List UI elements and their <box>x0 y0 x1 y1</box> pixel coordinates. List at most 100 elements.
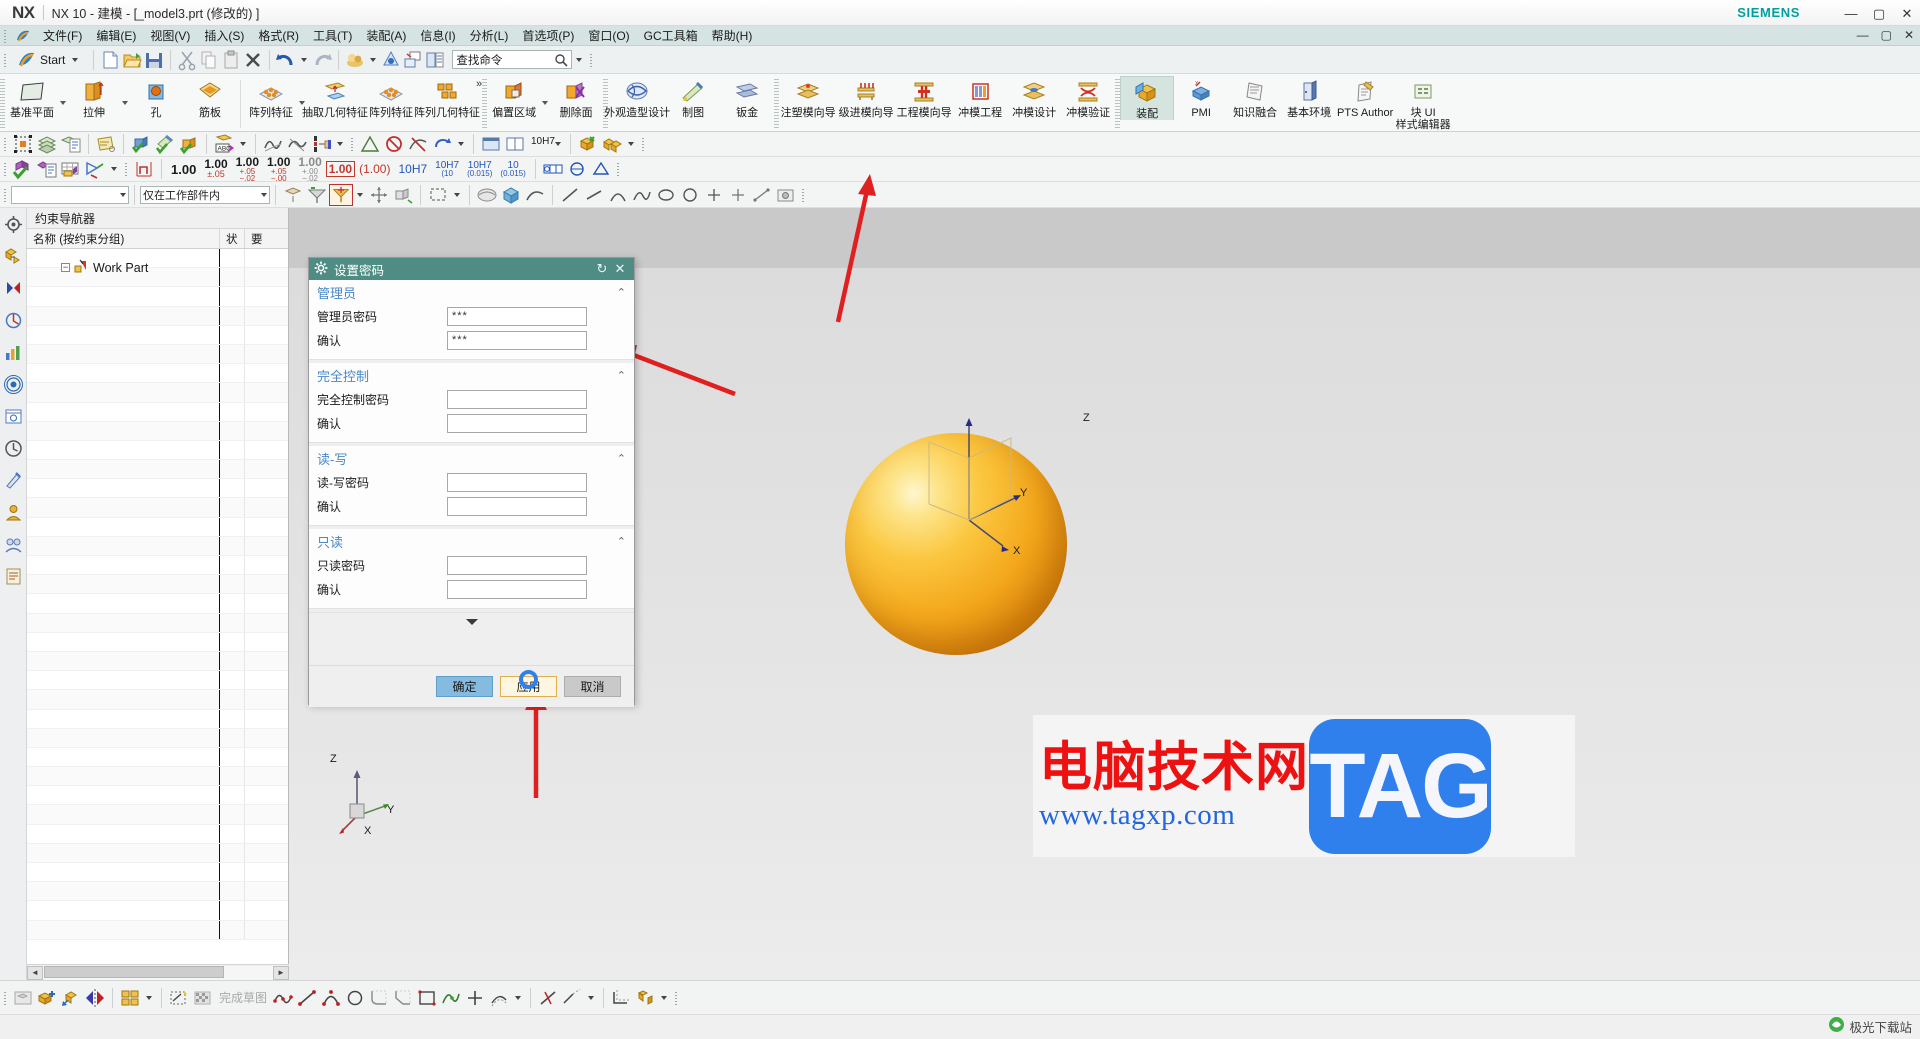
menu-tools[interactable]: 工具(T) <box>306 25 359 46</box>
minimize-icon[interactable]: — <box>1844 7 1858 20</box>
web-browser-icon[interactable] <box>3 406 24 427</box>
table-row[interactable] <box>27 747 288 768</box>
window-split-icon[interactable] <box>503 133 527 155</box>
dialog-reset-icon[interactable]: ↻ <box>593 260 611 278</box>
circle-icon[interactable] <box>678 184 702 206</box>
profile-icon[interactable] <box>271 987 295 1009</box>
studio-spline-icon[interactable] <box>439 987 463 1009</box>
nx-app-icon[interactable] <box>15 28 32 44</box>
chevron-up-icon[interactable]: ⌃ <box>617 452 626 465</box>
ribbon-button-delete-face[interactable]: 删除面 <box>549 76 603 119</box>
offset-curve-icon[interactable] <box>487 987 511 1009</box>
doc-restore-icon[interactable]: ▢ <box>1881 28 1892 42</box>
shadow-icon[interactable] <box>380 49 402 71</box>
table-row[interactable] <box>27 613 288 633</box>
layer-category-icon[interactable] <box>59 133 83 155</box>
assembly-table-icon[interactable] <box>59 158 83 180</box>
history-analysis-icon[interactable] <box>3 342 24 363</box>
table-row[interactable] <box>27 306 288 326</box>
full-control-password-input[interactable] <box>447 389 587 409</box>
scroll-track[interactable] <box>43 965 273 980</box>
assembly-constraint-icon[interactable] <box>600 133 624 155</box>
wcs-move-icon[interactable] <box>367 184 391 206</box>
tolerance-fit-2[interactable]: 10H7 (10 <box>431 160 463 178</box>
quick-extend-icon[interactable] <box>560 987 584 1009</box>
admin-confirm-input[interactable]: *** <box>447 330 587 350</box>
table-row[interactable] <box>27 556 288 576</box>
toolbar1-grip-1[interactable] <box>2 136 9 152</box>
table-row[interactable] <box>27 517 288 537</box>
assembly-navigator-icon[interactable] <box>3 214 24 235</box>
ribbon-button-extrude[interactable]: 拉伸 <box>67 76 121 119</box>
navigator-horizontal-scrollbar[interactable]: ◄ ► <box>27 964 289 980</box>
selection-rectangle-icon[interactable] <box>426 184 450 206</box>
table-row[interactable] <box>27 863 288 883</box>
selection-type-filter-combo[interactable] <box>11 185 129 204</box>
toolbar2-grip-2[interactable] <box>123 161 130 177</box>
window-arrange-icon[interactable] <box>479 133 503 155</box>
menu-gc-toolbox[interactable]: GC工具箱 <box>637 25 705 46</box>
toolbar2-grip-1[interactable] <box>2 161 9 177</box>
datum-axis-icon[interactable] <box>132 158 156 180</box>
point-icon[interactable] <box>702 184 726 206</box>
tolerance-reference[interactable]: (1.00) <box>355 162 394 176</box>
snapshot-icon[interactable] <box>774 184 798 206</box>
menu-view[interactable]: 视图(V) <box>143 25 197 46</box>
curve-select-icon[interactable] <box>523 184 547 206</box>
column-header-required[interactable]: 要 <box>245 229 270 248</box>
table-row[interactable] <box>27 440 288 461</box>
constraints-chevron-down-icon[interactable] <box>661 995 668 1000</box>
table-row[interactable] <box>27 671 288 691</box>
no-entry-icon[interactable] <box>382 133 406 155</box>
find-command-input[interactable]: 查找命令 <box>452 50 573 69</box>
set-password-dialog[interactable]: 设置密码 ↻ ✕ 管理员 ⌃ 管理员密码 *** 确认 *** 完全控制 ⌃ 完… <box>308 257 635 707</box>
full-control-confirm-input[interactable] <box>447 413 587 433</box>
add-component-icon[interactable] <box>35 987 59 1009</box>
ribbon-button-sheet-metal[interactable]: 钣金 <box>720 76 774 119</box>
table-row[interactable] <box>27 805 288 825</box>
wcs-dynamic-icon[interactable] <box>391 184 415 206</box>
gdt-datum-icon[interactable] <box>565 158 589 180</box>
table-row[interactable] <box>27 651 288 672</box>
roles-panel-icon[interactable] <box>3 566 24 587</box>
table-row[interactable] <box>27 709 288 729</box>
ribbon-button-mold-wizard[interactable]: 注塑模向导 <box>779 76 837 119</box>
ribbon-button-offset-region[interactable]: 偏置区域 <box>487 76 541 119</box>
trim-chevron-down-icon[interactable] <box>588 995 595 1000</box>
mirror-assembly-icon[interactable] <box>83 987 107 1009</box>
menu-edit[interactable]: 编辑(E) <box>89 25 143 46</box>
refresh-analysis-icon[interactable] <box>430 133 454 155</box>
dialog-expand-toggle[interactable] <box>309 612 634 631</box>
pattern-chevron-down-icon[interactable] <box>299 101 305 105</box>
menu-window[interactable]: 窗口(O) <box>581 25 636 46</box>
read-write-confirm-input[interactable] <box>447 496 587 516</box>
menu-grip[interactable] <box>2 27 9 44</box>
offset-chevron-down-icon[interactable] <box>542 101 549 105</box>
orient-chevron-down-icon[interactable] <box>111 167 117 171</box>
role-icon[interactable] <box>3 502 24 523</box>
constraints-icon[interactable] <box>633 987 657 1009</box>
abc-text-icon[interactable]: ABC <box>212 133 236 155</box>
disable-analysis-icon[interactable] <box>406 133 430 155</box>
measure-dist-icon[interactable] <box>750 184 774 206</box>
table-row[interactable] <box>27 536 288 556</box>
ribbon-button-gateway[interactable]: 基本环境 <box>1282 76 1336 119</box>
move-component-icon[interactable] <box>59 987 83 1009</box>
spline-icon[interactable] <box>630 184 654 206</box>
column-header-name[interactable]: 名称 (按约束分组) <box>27 229 220 248</box>
table-row[interactable] <box>27 767 288 787</box>
table-row[interactable] <box>27 920 288 940</box>
constraint-navigator-icon[interactable] <box>3 246 24 267</box>
window-icon[interactable] <box>402 49 424 71</box>
selection-chevron-down-icon[interactable] <box>454 192 460 197</box>
ribbon-button-die-validation[interactable]: 冲模验证 <box>1061 76 1115 119</box>
bottom-grip-2[interactable] <box>673 989 681 1006</box>
tolerance-bilateral-2[interactable]: 1.00 +.05 −.00 <box>263 156 294 183</box>
column-header-status[interactable]: 状 <box>220 229 245 248</box>
assembly-chevron-down-icon[interactable] <box>628 142 634 146</box>
layout-icon[interactable] <box>424 49 446 71</box>
snap-reset-icon[interactable] <box>281 184 305 206</box>
toolbar3-grip-2[interactable] <box>800 186 807 203</box>
select-all-icon[interactable] <box>11 133 35 155</box>
table-row[interactable] <box>27 460 288 480</box>
